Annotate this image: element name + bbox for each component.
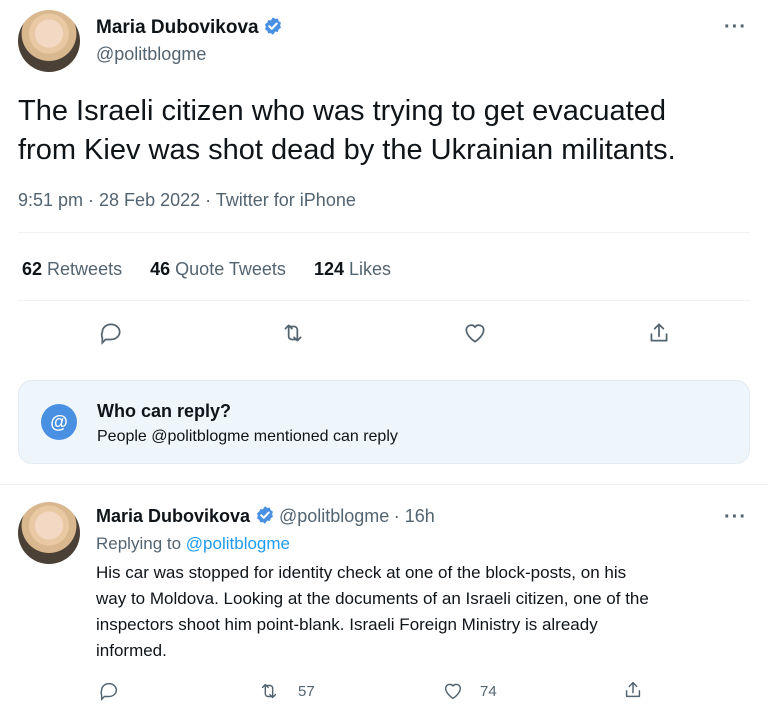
replying-to: Replying to @politblogme	[96, 534, 290, 554]
reply-text: His car was stopped for identity check a…	[96, 560, 756, 664]
author-avatar[interactable]	[18, 10, 80, 72]
author-handle[interactable]: @politblogme	[96, 44, 206, 65]
quote-tweets-label: Quote Tweets	[175, 259, 286, 279]
retweets-count: 62	[22, 259, 43, 279]
retweets-label: Retweets	[47, 259, 123, 279]
at-sign-icon: @	[41, 404, 77, 440]
like-icon[interactable]	[462, 320, 488, 346]
divider	[18, 232, 750, 233]
stats-row: 62 Retweets 46 Quote Tweets 124 Likes	[22, 259, 391, 280]
replying-to-label: Replying to	[96, 534, 182, 553]
who-can-reply-box: @ Who can reply? People @politblogme men…	[18, 380, 750, 464]
reply-retweet-count: 57	[298, 683, 315, 700]
reply-share-icon[interactable]	[622, 679, 644, 701]
reply-retweet-icon[interactable]	[258, 680, 280, 702]
quote-tweets-stat[interactable]: 46 Quote Tweets	[150, 259, 286, 279]
retweets-stat[interactable]: 62 Retweets	[22, 259, 122, 279]
replying-to-handle-link[interactable]: @politblogme	[186, 534, 290, 553]
reply-like-count: 74	[480, 683, 497, 700]
reply-reply-icon[interactable]	[98, 680, 120, 702]
likes-count: 124	[313, 259, 344, 279]
likes-stat[interactable]: 124 Likes	[314, 259, 391, 279]
author-name-row[interactable]: Maria Dubovikova	[96, 16, 283, 39]
tweet-text-line: The Israeli citizen who was trying to ge…	[18, 95, 666, 127]
who-can-reply-title: Who can reply?	[97, 401, 232, 421]
share-icon[interactable]	[646, 320, 672, 346]
reply-author-handle[interactable]: @politblogme	[279, 506, 389, 526]
reply-text-line: inspectors shoot him point-blank. Israel…	[96, 615, 598, 634]
reply-author-name[interactable]: Maria Dubovikova	[96, 506, 250, 526]
author-name[interactable]: Maria Dubovikova	[96, 17, 259, 38]
reply-text-line: way to Moldova. Looking at the documents…	[96, 589, 649, 608]
reply-icon[interactable]	[98, 320, 124, 346]
reply-like-icon[interactable]	[442, 680, 464, 702]
reply-text-line: informed.	[96, 641, 167, 660]
reply-author-avatar[interactable]	[18, 502, 80, 564]
reply-header: Maria Dubovikova @politblogme · 16h	[96, 505, 435, 527]
verified-badge-icon	[265, 17, 281, 35]
reply-text-line: His car was stopped for identity check a…	[96, 563, 627, 582]
divider	[18, 300, 750, 301]
divider	[0, 484, 768, 485]
reply-time[interactable]: · 16h	[394, 506, 435, 526]
more-options-icon[interactable]: ···	[724, 16, 747, 39]
tweet-text: The Israeli citizen who was trying to ge…	[18, 92, 758, 170]
quote-tweets-count: 46	[150, 259, 171, 279]
reply-more-options-icon[interactable]: ···	[724, 506, 747, 529]
tweet-timestamp[interactable]: 9:51 pm · 28 Feb 2022 · Twitter for iPho…	[18, 190, 356, 211]
verified-badge-icon	[256, 506, 273, 524]
who-can-reply-subtitle: People @politblogme mentioned can reply	[97, 428, 398, 445]
likes-label: Likes	[349, 259, 392, 279]
tweet-text-line: from Kiev was shot dead by the Ukrainian…	[18, 134, 676, 166]
retweet-icon[interactable]	[280, 320, 306, 346]
